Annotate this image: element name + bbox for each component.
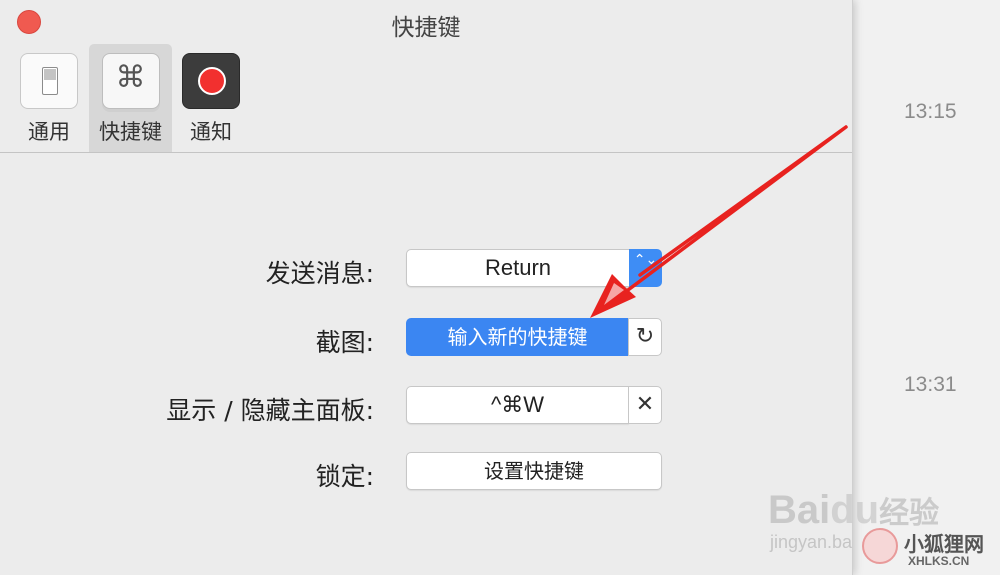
- baidu-site-watermark: jingyan.ba: [770, 532, 853, 552]
- xhlks-watermark: 小狐狸网: [904, 534, 984, 556]
- xhlks-domain-watermark: XHLKS.CN: [908, 554, 970, 568]
- baidu-watermark: Baidu经验: [768, 488, 940, 532]
- fox-logo-icon: [862, 528, 898, 564]
